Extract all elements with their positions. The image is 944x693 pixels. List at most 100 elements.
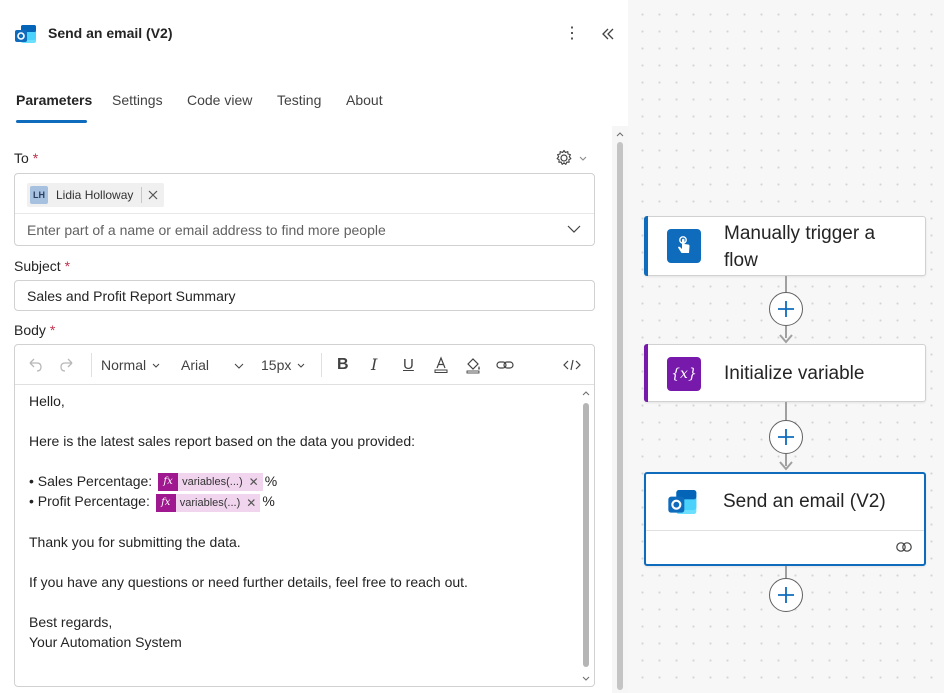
undo-button[interactable] — [27, 355, 43, 375]
close-icon — [148, 190, 158, 200]
body-paragraph: Hello, — [29, 393, 65, 409]
expression-token[interactable]: fx variables(...) ✕ — [158, 472, 263, 492]
initialize-variable-node[interactable]: {x} Initialize variable — [644, 344, 926, 402]
subject-input[interactable] — [27, 288, 567, 304]
to-settings-button[interactable] — [554, 147, 590, 169]
paint-bucket-icon — [466, 358, 480, 374]
collapse-panel-button[interactable] — [598, 22, 618, 46]
tab-code-view[interactable]: Code view — [187, 92, 252, 108]
insert-link-button[interactable] — [495, 355, 515, 375]
outlook-icon — [666, 485, 700, 519]
code-icon — [563, 359, 581, 371]
remove-token-button[interactable]: ✕ — [246, 493, 260, 513]
font-color-button[interactable] — [433, 355, 449, 375]
node-divider — [646, 530, 924, 531]
list-item-label: • Sales Percentage: — [29, 473, 153, 489]
double-chevron-left-icon — [602, 28, 614, 40]
chevron-down-icon — [567, 225, 581, 233]
body-list: • Sales Percentage: fx variables(...) ✕ … — [29, 471, 569, 512]
list-item: • Profit Percentage: fx variables(...) ✕… — [29, 491, 569, 513]
fx-icon: fx — [155, 493, 176, 512]
panel-scrollbar[interactable] — [612, 126, 628, 693]
remove-token-button[interactable]: ✕ — [249, 472, 263, 492]
node-title: Send an email (V2) — [723, 491, 886, 512]
fx-icon: fx — [158, 473, 179, 492]
to-field: LH Lidia Holloway — [14, 173, 595, 246]
font-size-select[interactable]: 15px — [261, 355, 305, 375]
chevron-down-icon — [579, 156, 587, 161]
body-paragraph: Your Automation System — [29, 633, 182, 650]
chevron-down-icon — [152, 363, 160, 368]
flow-canvas[interactable]: Manually trigger a flow {x} Initialize v… — [628, 0, 944, 693]
rich-text-toolbar: Normal Arial 15px B I U — [15, 345, 594, 385]
list-item-label: • Profit Percentage: — [29, 493, 150, 510]
tab-parameters[interactable]: Parameters — [16, 92, 92, 108]
plus-icon — [778, 587, 794, 603]
scrollbar-thumb[interactable] — [617, 142, 623, 690]
variable-icon: {x} — [667, 357, 701, 391]
chevron-up-icon — [582, 391, 590, 396]
body-paragraph: Thank you for submitting the data. — [29, 533, 241, 550]
font-color-icon — [434, 356, 448, 373]
body-paragraph: Best regards, — [29, 613, 113, 630]
toolbar-divider — [321, 353, 322, 377]
panel-header: Send an email (V2) ⋮ — [0, 0, 628, 66]
divider — [15, 213, 594, 214]
add-step-button[interactable] — [769, 420, 803, 454]
percent-sign: % — [262, 493, 275, 510]
highlight-button[interactable] — [465, 355, 483, 375]
code-view-button[interactable] — [563, 355, 581, 375]
add-step-button[interactable] — [769, 292, 803, 326]
node-title: Manually trigger a flow — [724, 223, 876, 271]
toolbar-divider — [91, 353, 92, 377]
add-step-button[interactable] — [769, 578, 803, 612]
connection-link-button[interactable] — [894, 540, 914, 559]
people-search-input[interactable] — [27, 222, 547, 238]
paragraph-format-select[interactable]: Normal — [101, 355, 160, 375]
font-family-select[interactable]: Arial — [181, 355, 209, 375]
recipient-name: Lidia Holloway — [56, 188, 134, 202]
remove-recipient-button[interactable] — [148, 187, 158, 203]
underline-button[interactable]: U — [403, 355, 414, 375]
italic-button[interactable]: I — [371, 355, 377, 375]
plus-icon — [778, 429, 794, 445]
font-family-dropdown[interactable] — [233, 355, 245, 375]
trigger-node[interactable]: Manually trigger a flow — [644, 216, 926, 276]
arrow-down-icon — [779, 334, 793, 344]
body-editor-content[interactable]: Hello, Here is the latest sales report b… — [29, 391, 569, 652]
node-accent — [644, 216, 648, 276]
more-options-button[interactable]: ⋮ — [562, 22, 582, 46]
editor-scrollbar[interactable] — [579, 385, 593, 686]
body-paragraph: If you have any questions or need furthe… — [29, 573, 468, 590]
plus-icon — [778, 301, 794, 317]
bold-button[interactable]: B — [337, 355, 349, 375]
scrollbar-thumb[interactable] — [583, 403, 589, 667]
tab-about[interactable]: About — [346, 92, 383, 108]
node-accent — [644, 344, 648, 402]
avatar: LH — [30, 186, 48, 204]
redo-icon — [60, 358, 73, 372]
redo-button[interactable] — [59, 355, 75, 375]
subject-field — [14, 280, 595, 311]
chip-divider — [141, 187, 143, 203]
touch-hand-icon — [667, 229, 701, 263]
subject-label: Subject * — [14, 258, 71, 274]
chevron-up-icon — [616, 132, 624, 137]
panel-title: Send an email (V2) — [48, 25, 173, 41]
list-item: • Sales Percentage: fx variables(...) ✕ … — [29, 471, 569, 492]
link-icon — [496, 361, 514, 369]
send-email-node[interactable]: Send an email (V2) — [644, 472, 926, 566]
body-label: Body * — [14, 322, 56, 338]
chevron-down-icon — [234, 363, 244, 369]
people-dropdown-button[interactable] — [567, 222, 581, 236]
tab-settings[interactable]: Settings — [112, 92, 163, 108]
recipient-chip[interactable]: LH Lidia Holloway — [27, 183, 165, 207]
body-paragraph: Here is the latest sales report based on… — [29, 433, 416, 449]
node-title: Initialize variable — [724, 363, 865, 384]
tab-testing[interactable]: Testing — [277, 92, 321, 108]
body-editor: Normal Arial 15px B I U Hello, Here is t… — [14, 344, 595, 687]
chevron-down-icon — [298, 363, 305, 368]
to-label: To * — [14, 150, 39, 166]
link-icon — [896, 542, 912, 552]
expression-token[interactable]: fx variables(...) ✕ — [155, 493, 261, 513]
